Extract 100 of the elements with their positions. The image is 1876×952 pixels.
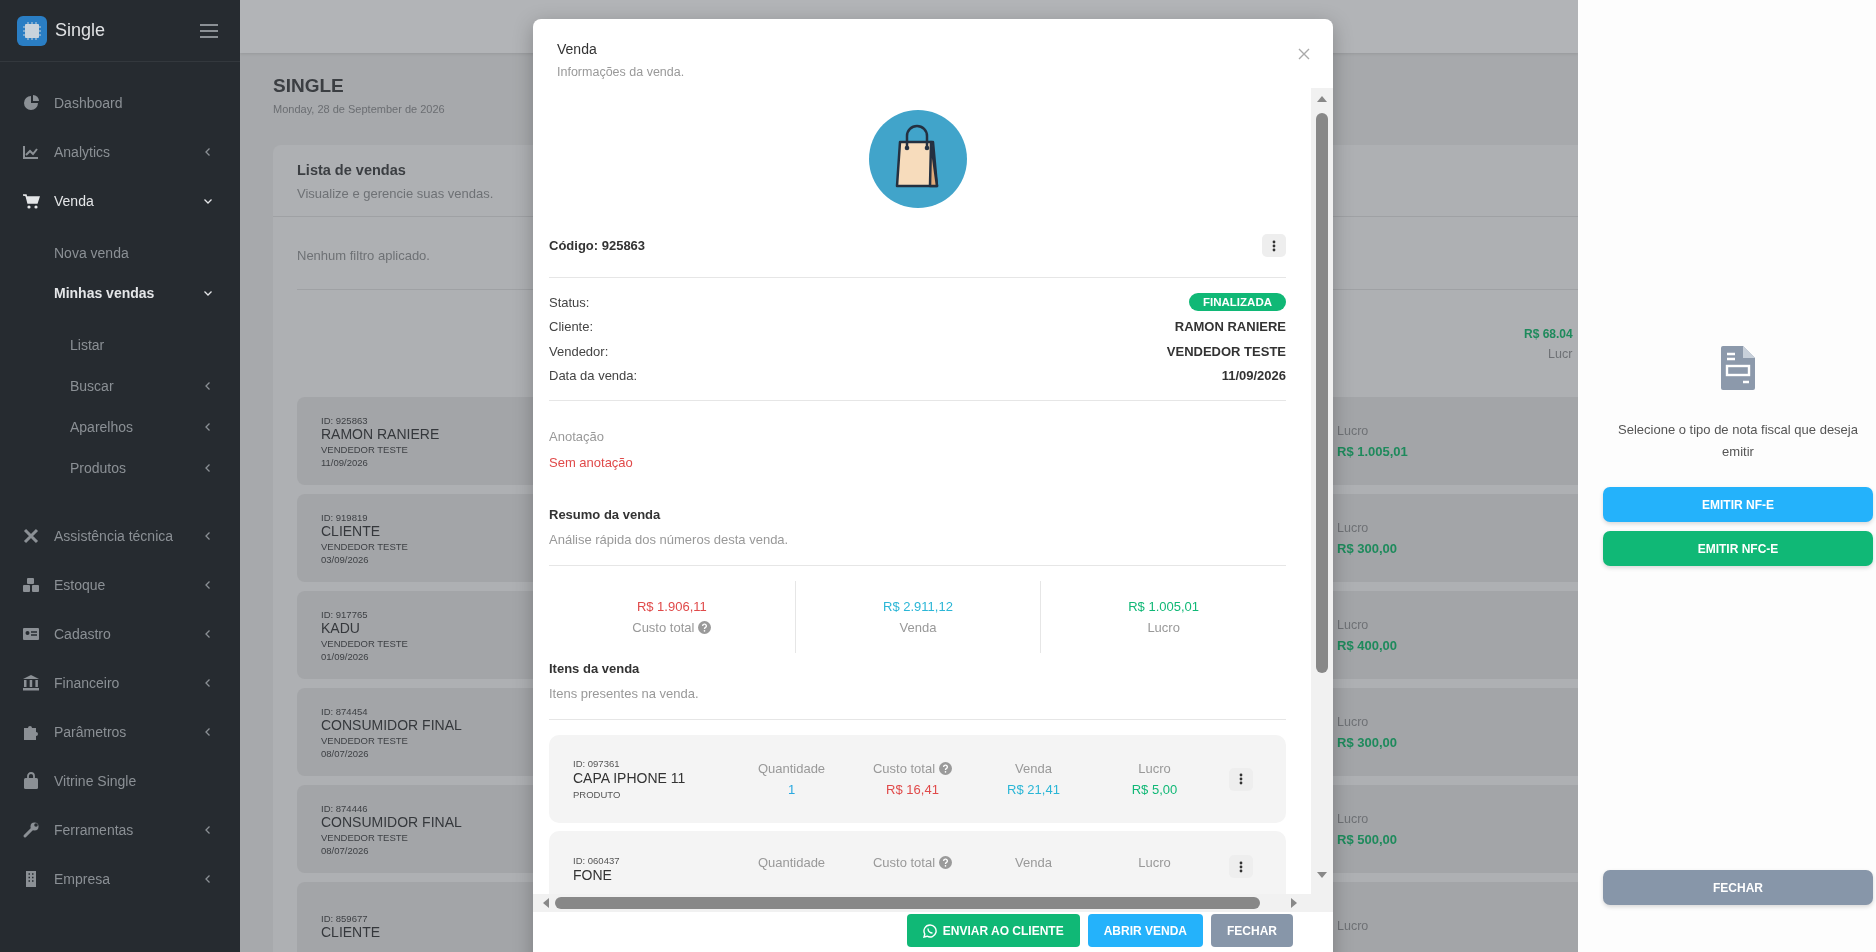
menu-item[interactable]: Dashboard <box>0 78 240 127</box>
menu-item[interactable]: Ferramentas <box>0 805 240 854</box>
field-label: Data da venda: <box>549 368 638 384</box>
dialog-subtitle: Informações da venda. <box>557 65 685 79</box>
dialog-button[interactable]: FECHAR <box>1211 914 1293 947</box>
chip-logo-icon <box>17 15 47 46</box>
horizontal-scrollbar[interactable] <box>533 894 1333 912</box>
dialog-title: Venda <box>557 41 597 57</box>
pie-chart-icon <box>22 93 40 112</box>
column-value: R$ 16,41 <box>886 782 939 797</box>
item-type: PRODUTO <box>573 789 622 800</box>
stat-value: R$ 1.906,11 <box>636 599 707 614</box>
stat-label: Lucro <box>1147 620 1180 635</box>
close-button[interactable]: FECHAR <box>1603 870 1873 905</box>
sale-id: ID: 919819 <box>321 511 368 523</box>
sale-id: ID: 859677 <box>321 912 368 924</box>
field-value: 11/09/2026 <box>1221 368 1286 384</box>
menu-item[interactable]: Venda <box>0 176 240 225</box>
menu-item[interactable]: Assistência técnica <box>0 511 240 560</box>
menu-item[interactable]: Financeiro <box>0 658 240 707</box>
menu-item[interactable]: Analytics <box>0 127 240 176</box>
section-title: Itens da venda <box>549 661 641 676</box>
menu-item[interactable]: Cadastro <box>0 609 240 658</box>
card-subtitle: Visualize e gerencie suas vendas. <box>297 186 495 201</box>
profit-value: R$ 400,00 <box>1337 637 1398 653</box>
stat-value: R$ 1.005,01 <box>1128 599 1200 614</box>
help-icon[interactable] <box>698 621 712 634</box>
emit-button[interactable]: EMITIR NF-E <box>1603 487 1873 522</box>
menu-item[interactable]: Produtos <box>0 447 240 488</box>
item-name: CAPA IPHONE 11 <box>573 770 687 786</box>
sale-date: 01/09/2026 <box>321 650 369 662</box>
seller-name: VENDEDOR TESTE <box>321 540 408 552</box>
section-title: Resumo da venda <box>549 507 662 522</box>
field-value: RAMON RANIERE <box>1174 319 1286 335</box>
seller-name: VENDEDOR TESTE <box>321 734 408 746</box>
column-label: Quantidade <box>757 761 826 776</box>
help-icon[interactable] <box>939 762 953 775</box>
note-text: Sem anotação <box>549 455 634 470</box>
wrench-icon <box>22 820 40 839</box>
kebab-icon <box>1239 773 1243 785</box>
column-value: R$ 21,41 <box>1007 782 1060 797</box>
dialog-button[interactable]: ABRIR VENDA <box>1087 914 1203 947</box>
seller-name: VENDEDOR TESTE <box>321 443 408 455</box>
note-label: Anotação <box>549 429 605 444</box>
client-name: CONSUMIDOR FINAL <box>321 716 462 733</box>
profit-value: R$ 500,00 <box>1337 831 1398 847</box>
client-name: CONSUMIDOR FINAL <box>321 813 462 830</box>
cart-icon <box>22 191 40 210</box>
kebab-icon <box>1239 860 1243 873</box>
chat-bubble-icon <box>922 923 937 938</box>
column-label: Custo total <box>872 761 936 776</box>
item-id: ID: 097361 <box>573 758 621 769</box>
more-options-button[interactable] <box>1229 855 1253 878</box>
column-label: Lucro <box>1138 761 1171 776</box>
column-label: Venda <box>1015 761 1052 776</box>
menu-item[interactable]: Listar <box>0 324 240 365</box>
menu-item[interactable]: Minhas vendas <box>0 273 240 313</box>
item-id: ID: 060437 <box>573 855 621 866</box>
item-name: FONE <box>573 867 613 883</box>
emit-button[interactable]: EMITIR NFC-E <box>1603 531 1873 566</box>
menu-item[interactable]: Buscar <box>0 365 240 406</box>
field-value: VENDEDOR TESTE <box>1166 343 1286 359</box>
profit-value: R$ 300,00 <box>1337 734 1398 750</box>
column-label: Lucro <box>1138 855 1171 870</box>
seller-name: VENDEDOR TESTE <box>321 831 408 843</box>
panel-message: Selecione o tipo de nota fiscal que deseja emitir <box>1617 421 1859 461</box>
document-icon <box>1721 346 1755 390</box>
stat-label: Venda <box>899 620 937 635</box>
column-label: Venda <box>1015 855 1052 870</box>
column-value: R$ 5,00 <box>1131 782 1178 797</box>
more-options-button[interactable] <box>1262 234 1286 257</box>
client-name: RAMON RANIERE <box>321 425 440 442</box>
vertical-scrollbar[interactable] <box>1311 88 1333 894</box>
field-label: Vendedor: <box>549 343 609 359</box>
section-subtitle: Itens presentes na venda. <box>549 686 1286 720</box>
sale-date: 08/07/2026 <box>321 747 369 759</box>
field-label: Status: <box>549 294 590 310</box>
status-badge: FINALIZADA <box>1189 293 1286 312</box>
dialog-button[interactable]: ENVIAR AO CLIENTE <box>906 914 1080 947</box>
section-subtitle: Análise rápida dos números desta venda. <box>549 532 1286 566</box>
client-name: CLIENTE <box>321 522 381 539</box>
menu-icon[interactable] <box>200 23 218 38</box>
card-title: Lista de vendas <box>297 162 407 178</box>
brand-name: Single <box>55 20 107 41</box>
menu-item[interactable]: Vitrine Single <box>0 756 240 805</box>
stat-label: Custo total <box>632 620 695 635</box>
page-title: SINGLE <box>273 75 344 97</box>
menu-item[interactable]: Empresa <box>0 854 240 903</box>
menu-item[interactable]: Estoque <box>0 560 240 609</box>
close-icon[interactable] <box>1297 47 1311 61</box>
help-icon[interactable] <box>939 856 953 869</box>
boxes-icon <box>22 575 40 594</box>
sale-id: ID: 925863 <box>321 414 368 426</box>
client-name: KADU <box>321 619 360 636</box>
menu-item[interactable]: Parâmetros <box>0 707 240 756</box>
sale-code: Código: 925863 <box>549 238 646 253</box>
summary-value: R$ 68.04 <box>1524 326 1574 341</box>
menu-item[interactable]: Nova venda <box>0 233 240 273</box>
profit-value: R$ 1.005,01 <box>1337 443 1409 459</box>
menu-item[interactable]: Aparelhos <box>0 406 240 447</box>
